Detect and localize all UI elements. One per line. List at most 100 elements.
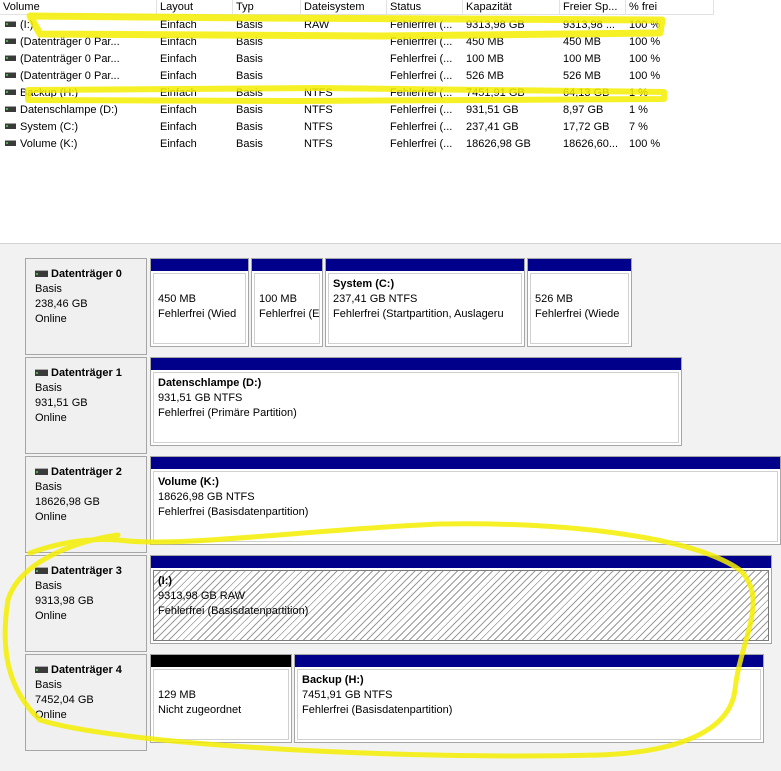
cell-kapazitaet: 450 MB: [466, 36, 504, 48]
volume-name: (Datenträger 0 Par...: [20, 36, 120, 48]
table-row[interactable]: Volume (K:) Einfach Basis NTFS Fehlerfrei (.…: [0, 136, 781, 153]
partition-status: Fehlerfrei (E: [259, 308, 320, 320]
partition-block[interactable]: 450 MB Fehlerfrei (Wied: [150, 258, 249, 347]
partition-block[interactable]: (I:) 9313,98 GB RAW Fehlerfrei (Basisdaten…: [150, 555, 772, 644]
cell-layout: Einfach: [160, 138, 197, 150]
col-header-dateisystem[interactable]: Dateisystem: [301, 0, 387, 15]
partition-size: 450 MB: [158, 293, 196, 305]
table-row[interactable]: System (C:) Einfach Basis NTFS Fehlerfrei (.…: [0, 119, 781, 136]
table-row[interactable]: (I:) Einfach Basis RAW Fehlerfrei (... 9313,9…: [0, 17, 781, 34]
cell-dateisystem: NTFS: [304, 104, 333, 116]
partition-block[interactable]: System (C:) 237,41 GB NTFS Fehlerfrei (Sta…: [325, 258, 525, 347]
disk-drive-icon: [35, 368, 48, 376]
partition-size: 9313,98 GB RAW: [158, 590, 246, 602]
disk-title: Datenträger 3: [35, 564, 146, 579]
cell-prozent-frei: 100 %: [629, 36, 661, 48]
table-row[interactable]: (Datenträger 0 Par... Einfach Basis Fehlerf…: [0, 68, 781, 85]
disk-size: 9313,98 GB: [35, 595, 94, 607]
col-header-prozent-frei[interactable]: % frei: [626, 0, 714, 15]
disk-row: Datenträger 4 Basis 7452,04 GB Online 129 MB…: [25, 654, 781, 751]
partition-bar: [151, 556, 771, 568]
partition-block[interactable]: Volume (K:) 18626,98 GB NTFS Fehlerfrei (B…: [150, 456, 781, 545]
cell-dateisystem: NTFS: [304, 121, 333, 133]
cell-volume: Datenschlampe (D:): [0, 102, 157, 119]
volume-name: (Datenträger 0 Par...: [20, 70, 120, 82]
cell-freier-speicher: 526 MB: [563, 70, 601, 82]
cell-freier-speicher: 64,13 GB: [563, 87, 610, 99]
col-header-status[interactable]: Status: [387, 0, 463, 15]
cell-freier-speicher: 18626,60...: [563, 138, 619, 150]
disk-info[interactable]: Datenträger 2 Basis 18626,98 GB Online: [25, 456, 147, 553]
cell-status: Fehlerfrei (...: [390, 19, 453, 31]
cell-volume: (Datenträger 0 Par...: [0, 68, 157, 85]
partition-block[interactable]: 526 MB Fehlerfrei (Wiede: [527, 258, 632, 347]
disk-row: Datenträger 2 Basis 18626,98 GB Online Volum…: [25, 456, 781, 553]
cell-freier-speicher: 17,72 GB: [563, 121, 610, 133]
disk-type: Basis: [35, 382, 62, 394]
partition-block[interactable]: Backup (H:) 7451,91 GB NTFS Fehlerfrei (Ba…: [294, 654, 764, 743]
partition-name: [259, 277, 319, 292]
cell-typ: Basis: [236, 36, 263, 48]
cell-freier-speicher: 100 MB: [563, 53, 601, 65]
partition-status: Fehlerfrei (Basisdatenpartition): [158, 605, 309, 617]
disk-title: Datenträger 0: [35, 267, 146, 282]
partition-block[interactable]: 129 MB Nicht zugeordnet: [150, 654, 292, 743]
cell-prozent-frei: 1 %: [629, 87, 648, 99]
table-row[interactable]: (Datenträger 0 Par... Einfach Basis Fehlerf…: [0, 34, 781, 51]
col-header-freier-speicher[interactable]: Freier Sp...: [560, 0, 626, 15]
disk-title: Datenträger 2: [35, 465, 146, 480]
partition-name: (I:): [158, 575, 173, 587]
partition-bar: [326, 259, 524, 271]
disk-info[interactable]: Datenträger 4 Basis 7452,04 GB Online: [25, 654, 147, 751]
disk-size: 931,51 GB: [35, 397, 88, 409]
volume-icon: [5, 89, 16, 96]
partition-status: Fehlerfrei (Wiede: [535, 308, 620, 320]
col-header-layout[interactable]: Layout: [157, 0, 233, 15]
cell-layout: Einfach: [160, 53, 197, 65]
cell-freier-speicher: 9313,98 ...: [563, 19, 615, 31]
disk-info[interactable]: Datenträger 3 Basis 9313,98 GB Online: [25, 555, 147, 652]
partition-block[interactable]: Datenschlampe (D:) 931,51 GB NTFS Fehlerfr…: [150, 357, 682, 446]
volume-icon: [5, 72, 16, 79]
table-row[interactable]: (Datenträger 0 Par... Einfach Basis Fehlerf…: [0, 51, 781, 68]
partition-bar: [252, 259, 322, 271]
partition-status: Fehlerfrei (Startpartition, Auslageru: [333, 308, 504, 320]
cell-volume: System (C:): [0, 119, 157, 136]
cell-status: Fehlerfrei (...: [390, 70, 453, 82]
partition-body: Backup (H:) 7451,91 GB NTFS Fehlerfrei (Ba…: [297, 669, 761, 740]
volume-list: Volume Layout Typ Dateisystem Status Kap…: [0, 0, 781, 160]
cell-status: Fehlerfrei (...: [390, 121, 453, 133]
cell-layout: Einfach: [160, 87, 197, 99]
partition-name: Backup (H:): [302, 674, 364, 686]
disk-row: Datenträger 1 Basis 931,51 GB Online Datensc…: [25, 357, 781, 454]
disk-info[interactable]: Datenträger 1 Basis 931,51 GB Online: [25, 357, 147, 454]
disk-type: Basis: [35, 679, 62, 691]
col-header-volume[interactable]: Volume: [0, 0, 157, 15]
disk-name: Datenträger 2: [51, 466, 122, 478]
cell-kapazitaet: 526 MB: [466, 70, 504, 82]
cell-status: Fehlerfrei (...: [390, 104, 453, 116]
cell-layout: Einfach: [160, 121, 197, 133]
col-header-kapazitaet[interactable]: Kapazität: [463, 0, 560, 15]
cell-typ: Basis: [236, 19, 263, 31]
volume-icon: [5, 21, 16, 28]
disk-type: Basis: [35, 481, 62, 493]
partition-block[interactable]: 100 MB Fehlerfrei (E: [251, 258, 323, 347]
volume-name: (Datenträger 0 Par...: [20, 53, 120, 65]
table-row[interactable]: Backup (H:) Einfach Basis NTFS Fehlerfrei (.…: [0, 85, 781, 102]
cell-kapazitaet: 931,51 GB: [466, 104, 519, 116]
volume-icon: [5, 55, 16, 62]
partition-name: Datenschlampe (D:): [158, 377, 262, 389]
col-header-typ[interactable]: Typ: [233, 0, 301, 15]
disk-drive-icon: [35, 467, 48, 475]
volume-icon: [5, 140, 16, 147]
disk-info[interactable]: Datenträger 0 Basis 238,46 GB Online: [25, 258, 147, 355]
disk-row: Datenträger 3 Basis 9313,98 GB Online (I:) 93…: [25, 555, 781, 652]
partition-size: 100 MB: [259, 293, 297, 305]
cell-status: Fehlerfrei (...: [390, 138, 453, 150]
partition-name: System (C:): [333, 278, 395, 290]
volume-icon: [5, 106, 16, 113]
cell-dateisystem: [301, 34, 387, 51]
table-row[interactable]: Datenschlampe (D:) Einfach Basis NTFS Fehler…: [0, 102, 781, 119]
cell-dateisystem: RAW: [304, 19, 330, 31]
